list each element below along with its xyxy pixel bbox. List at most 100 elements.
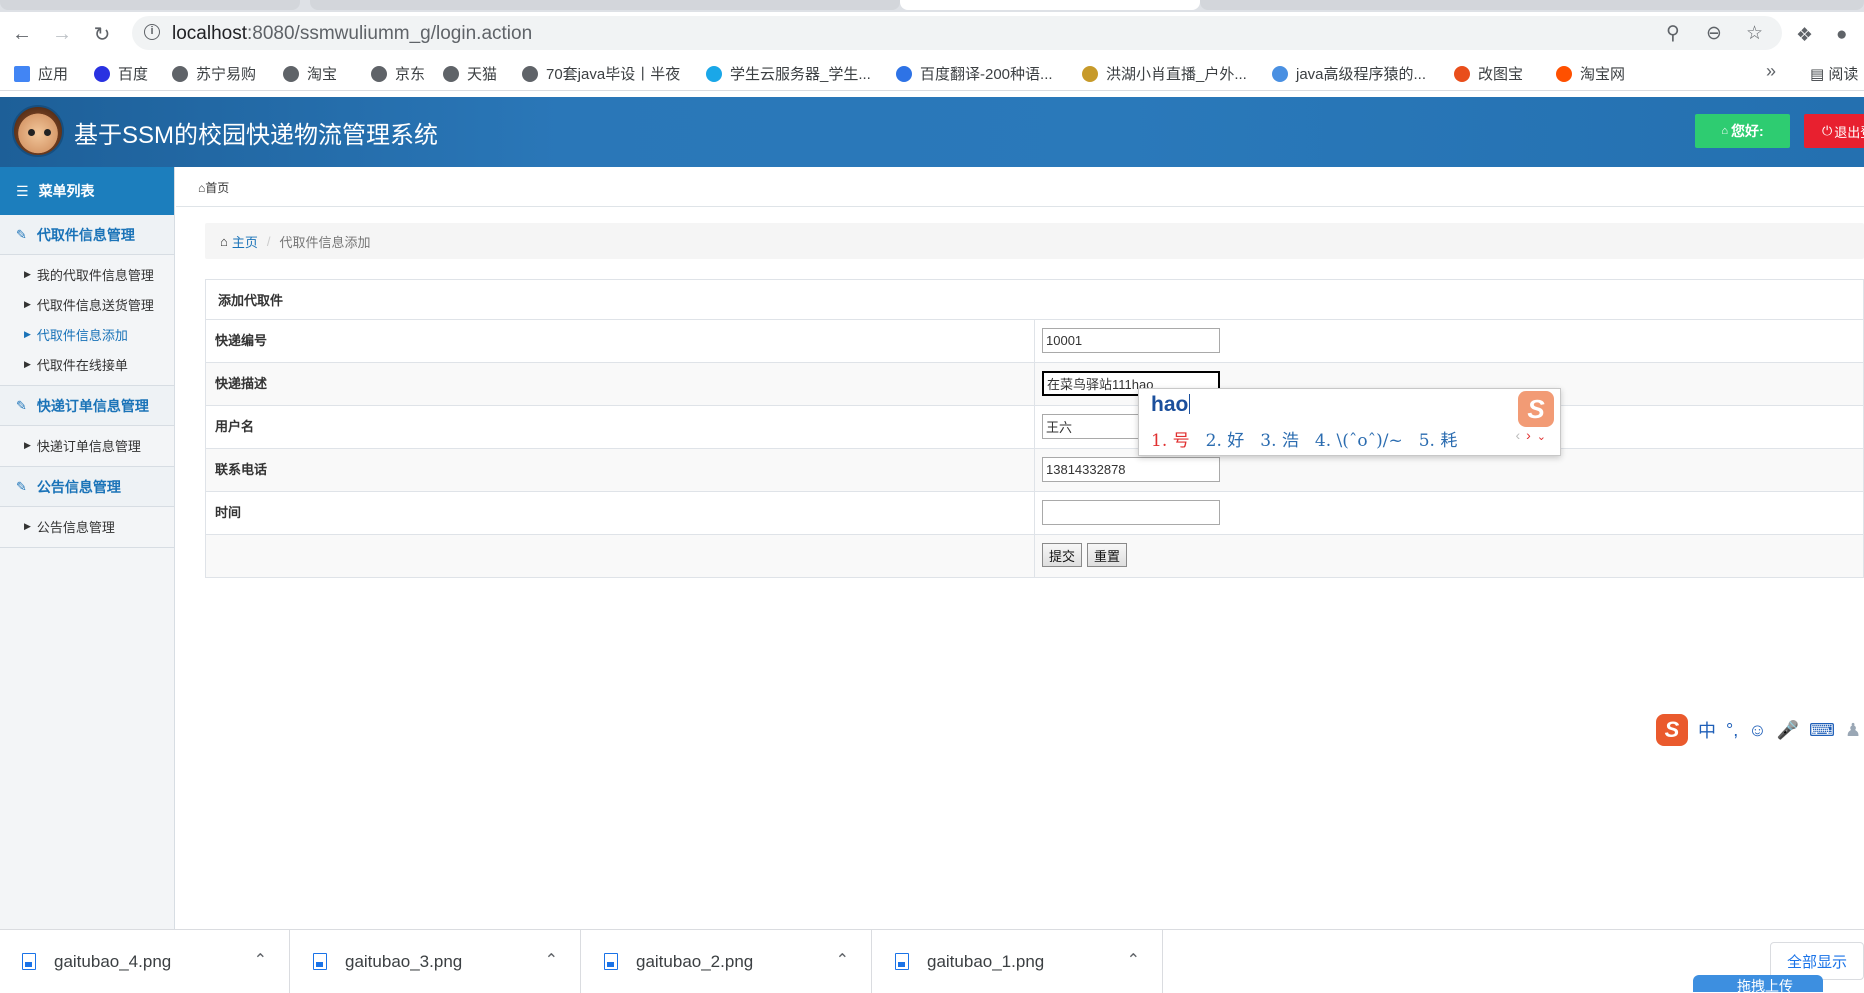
bookmark-item[interactable]: 70套java毕设丨半夜 xyxy=(522,63,680,84)
extensions-icon[interactable]: ❖ xyxy=(1796,24,1813,47)
forward-icon[interactable]: → xyxy=(48,20,76,48)
key-icon[interactable]: ⚲ xyxy=(1666,22,1680,45)
chevron-up-icon[interactable]: ⌃ xyxy=(545,950,558,970)
bookmarks-more-icon[interactable]: » xyxy=(1766,61,1776,82)
sidebar-item-pickup-delivery[interactable]: ▶ 代取件信息送货管理 xyxy=(0,289,174,319)
hello-button[interactable]: ⌂ 您好: xyxy=(1695,114,1790,148)
bookmark-item[interactable]: 淘宝网 xyxy=(1556,63,1625,84)
ime-mode-toggle[interactable]: 中 xyxy=(1698,717,1716,743)
breadcrumb-separator: / xyxy=(266,233,271,249)
text-caret xyxy=(1189,394,1191,414)
bookmark-item[interactable]: 淘宝 xyxy=(283,63,337,84)
address-bar[interactable]: i localhost:8080/ssmwuliumm_g/login.acti… xyxy=(132,16,1782,50)
browser-tab-active[interactable] xyxy=(900,0,1200,10)
tab-home[interactable]: ⌂首页 xyxy=(198,179,229,196)
bookmark-label: 改图宝 xyxy=(1478,66,1524,83)
ime-toolbar: S 中 °, ☺ 🎤 ⌨ ♟ xyxy=(1652,712,1864,748)
breadcrumb: ⌂ 主页 / 代取件信息添加 xyxy=(205,223,1864,259)
logout-button[interactable]: ⏻退出登录 xyxy=(1804,114,1864,148)
bookmark-label: 天猫 xyxy=(467,66,498,83)
image-file-icon xyxy=(895,953,909,970)
ime-candidate[interactable]: 2. 好 xyxy=(1206,431,1245,451)
phone-input[interactable] xyxy=(1042,457,1220,482)
browser-tab[interactable] xyxy=(310,0,900,10)
download-item[interactable]: gaitubao_4.png ⌃ xyxy=(0,930,290,993)
next-page-icon[interactable]: › xyxy=(1526,427,1537,443)
ime-candidate[interactable]: 5. 耗 xyxy=(1419,431,1458,451)
bookmark-item[interactable]: 应用 xyxy=(14,63,68,84)
time-input[interactable] xyxy=(1042,500,1220,525)
ime-candidate[interactable]: 3. 浩 xyxy=(1260,431,1299,451)
bookmark-favicon-icon xyxy=(1454,65,1470,82)
microphone-icon[interactable]: 🎤 xyxy=(1777,720,1799,741)
sogou-logo-icon[interactable]: S xyxy=(1656,714,1688,746)
bookmark-favicon-icon xyxy=(371,65,387,82)
submit-button[interactable]: 提交 xyxy=(1042,543,1083,567)
emoji-icon[interactable]: ☺ xyxy=(1748,720,1766,741)
bookmark-item[interactable]: 百度 xyxy=(94,63,148,84)
keyboard-icon[interactable]: ⌨ xyxy=(1809,720,1835,741)
sidebar-item-notices[interactable]: ▶ 公告信息管理 xyxy=(0,511,174,541)
chevron-up-icon[interactable]: ⌃ xyxy=(836,950,849,970)
bookmark-item[interactable]: 百度翻译-200种语... xyxy=(896,63,1053,84)
reset-button[interactable]: 重置 xyxy=(1087,543,1128,567)
back-icon[interactable]: ← xyxy=(8,20,36,48)
site-info-icon[interactable]: i xyxy=(144,24,160,40)
reload-icon[interactable]: ↻ xyxy=(88,20,116,48)
empty-cell xyxy=(205,534,1035,578)
bookmark-item[interactable]: 改图宝 xyxy=(1454,63,1523,84)
bookmark-label: 淘宝 xyxy=(307,66,338,83)
sidebar-group-orders[interactable]: ✎ 快递订单信息管理 xyxy=(0,386,174,426)
user-icon[interactable]: ♟ xyxy=(1845,720,1861,741)
chevron-up-icon[interactable]: ⌃ xyxy=(1127,950,1140,970)
group-label: 代取件信息管理 xyxy=(36,226,135,243)
sidebar-group-pickup[interactable]: ✎ 代取件信息管理 xyxy=(0,215,174,255)
star-icon[interactable]: ☆ xyxy=(1746,22,1763,45)
url-host: localhost xyxy=(172,23,247,44)
profile-icon[interactable]: ● xyxy=(1836,24,1847,46)
bookmark-item[interactable]: 苏宁易购 xyxy=(172,63,256,84)
sidebar-item-my-pickup[interactable]: ▶ 我的代取件信息管理 xyxy=(0,259,174,289)
sidebar-item-label: 代取件信息添加 xyxy=(36,327,128,343)
expand-icon[interactable]: ⌄ xyxy=(1537,431,1552,443)
bookmark-item[interactable]: 学生云服务器_学生... xyxy=(706,63,871,84)
apps-grid-icon xyxy=(14,65,30,82)
browser-tab[interactable] xyxy=(1200,0,1864,10)
prev-page-icon[interactable]: ‹ xyxy=(1515,427,1526,443)
download-item[interactable]: gaitubao_2.png ⌃ xyxy=(582,930,872,993)
sidebar-group-notices[interactable]: ✎ 公告信息管理 xyxy=(0,467,174,507)
breadcrumb-current: 代取件信息添加 xyxy=(279,234,371,250)
bookmark-item[interactable]: 京东 xyxy=(371,63,425,84)
download-item[interactable]: gaitubao_3.png ⌃ xyxy=(291,930,581,993)
sidebar-item-online-order[interactable]: ▶ 代取件在线接单 xyxy=(0,349,174,379)
table-row: 快递编号 xyxy=(205,319,1864,363)
bookmark-item[interactable]: java高级程序猿的... xyxy=(1272,63,1426,84)
power-icon: ⏻ xyxy=(1822,123,1833,138)
sidebar: ☰ 菜单列表 ✎ 代取件信息管理 ▶ 我的代取件信息管理 ▶ 代取件信息送货管理 ▶ 代取… xyxy=(0,167,175,929)
download-filename: gaitubao_1.png xyxy=(927,951,1045,971)
chevron-up-icon[interactable]: ⌃ xyxy=(254,950,267,970)
bookmark-item[interactable]: 天猫 xyxy=(443,63,497,84)
ime-candidate[interactable]: 4. \(ˆoˆ)/~ xyxy=(1315,431,1403,451)
drag-upload-button[interactable]: 拖拽上传 xyxy=(1693,975,1823,992)
ime-composition: hao xyxy=(1151,393,1191,417)
ime-punctuation-toggle[interactable]: °, xyxy=(1726,720,1738,741)
url-text[interactable]: localhost:8080/ssmwuliumm_g/login.action xyxy=(172,23,532,45)
reading-list[interactable]: ▤ 阅读 xyxy=(1810,63,1858,84)
sidebar-item-orders[interactable]: ▶ 快递订单信息管理 xyxy=(0,430,174,460)
bookmark-favicon-icon xyxy=(1082,65,1098,82)
sidebar-item-label: 公告信息管理 xyxy=(36,519,115,535)
bookmark-label: 百度翻译-200种语... xyxy=(920,66,1053,83)
express-number-input[interactable] xyxy=(1042,328,1220,353)
bookmark-label: 百度 xyxy=(118,66,149,83)
home-icon: ⌂ xyxy=(1721,125,1728,137)
reading-list-label: 阅读 xyxy=(1828,66,1859,83)
browser-tab[interactable] xyxy=(0,0,300,10)
breadcrumb-home-link[interactable]: 主页 xyxy=(232,232,258,251)
zoom-icon[interactable]: ⊖ xyxy=(1706,22,1722,45)
bookmark-item[interactable]: 洪湖小肖直播_户外... xyxy=(1082,63,1247,84)
sogou-logo-icon: S xyxy=(1518,391,1554,427)
sidebar-item-pickup-add[interactable]: ▶ 代取件信息添加 xyxy=(0,319,174,349)
download-item[interactable]: gaitubao_1.png ⌃ xyxy=(873,930,1163,993)
ime-candidate[interactable]: 1. 号 xyxy=(1151,431,1190,451)
